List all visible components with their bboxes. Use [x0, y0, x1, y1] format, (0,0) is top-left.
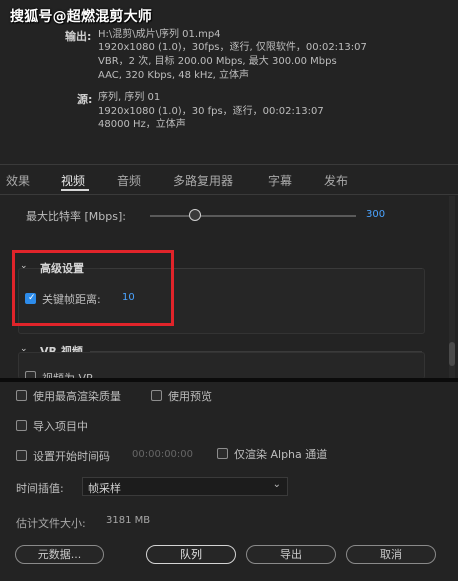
alpha-only-label: 仅渲染 Alpha 通道	[234, 448, 328, 461]
active-tab-indicator	[61, 189, 89, 191]
import-project-label: 导入项目中	[33, 420, 88, 433]
use-preview-label: 使用预览	[168, 390, 212, 403]
time-interpolation-value: 帧采样	[88, 482, 121, 495]
dropdown-arrow-icon: ⌄	[272, 479, 281, 490]
queue-button[interactable]: 队列	[146, 545, 236, 564]
time-interpolation-label: 时间插值:	[16, 482, 64, 495]
watermark: 搜狐号@超燃混剪大师	[10, 9, 152, 25]
highlight-annotation-box	[12, 250, 174, 326]
bitrate-slider-thumb[interactable]	[189, 209, 202, 221]
tab-multiplexer[interactable]: 多路复用器	[173, 172, 233, 189]
cancel-button[interactable]: 取消	[346, 545, 436, 564]
tab-publish[interactable]: 发布	[324, 172, 348, 189]
time-interpolation-select[interactable]: 帧采样 ⌄	[82, 477, 288, 496]
source-video-spec: 1920x1080 (1.0)，30 fps，逐行，00:02:13:07	[98, 106, 324, 117]
source-label: 源:	[77, 93, 93, 106]
export-button[interactable]: 导出	[246, 545, 336, 564]
max-render-quality-checkbox[interactable]	[16, 390, 27, 401]
use-preview-checkbox[interactable]	[151, 390, 162, 401]
output-bitrate-spec: VBR，2 次, 目标 200.00 Mbps, 最大 300.00 Mbps	[98, 56, 337, 67]
set-start-timecode-label: 设置开始时间码	[33, 450, 110, 463]
max-bitrate-label: 最大比特率 [Mbps]:	[26, 210, 126, 223]
vr-clip: 视频为 VR	[0, 352, 458, 378]
max-render-quality-label: 使用最高渲染质量	[33, 390, 121, 403]
vr-checkbox[interactable]	[25, 371, 36, 378]
output-label: 输出:	[65, 30, 92, 43]
estimated-filesize-value: 3181 MB	[106, 515, 151, 526]
summary-divider	[0, 164, 458, 165]
vr-item-label: 视频为 VR	[42, 370, 94, 378]
tabs-divider	[0, 194, 458, 195]
import-project-checkbox[interactable]	[16, 420, 27, 431]
max-bitrate-value[interactable]: 300	[366, 209, 385, 220]
start-timecode-value[interactable]: 00:00:00:00	[132, 449, 193, 460]
metadata-button[interactable]: 元数据...	[15, 545, 104, 564]
output-path: H:\混剪\成片\序列 01.mp4	[98, 29, 221, 40]
source-audio-spec: 48000 Hz，立体声	[98, 119, 186, 130]
estimated-filesize-label: 估计文件大小:	[16, 517, 86, 530]
scrollbar-thumb[interactable]	[449, 342, 455, 366]
tab-video[interactable]: 视频	[61, 172, 85, 189]
source-name: 序列, 序列 01	[98, 92, 161, 103]
alpha-only-checkbox[interactable]	[217, 448, 228, 459]
tab-audio[interactable]: 音频	[117, 172, 141, 189]
bitrate-slider-track[interactable]	[150, 215, 356, 217]
output-video-spec: 1920x1080 (1.0)，30fps，逐行, 仅限软件，00:02:13:…	[98, 42, 367, 53]
set-start-timecode-checkbox[interactable]	[16, 450, 27, 461]
panel-separator	[0, 378, 458, 382]
tab-effects[interactable]: 效果	[6, 172, 30, 189]
output-audio-spec: AAC, 320 Kbps, 48 kHz, 立体声	[98, 70, 250, 81]
tab-captions[interactable]: 字幕	[268, 172, 292, 189]
